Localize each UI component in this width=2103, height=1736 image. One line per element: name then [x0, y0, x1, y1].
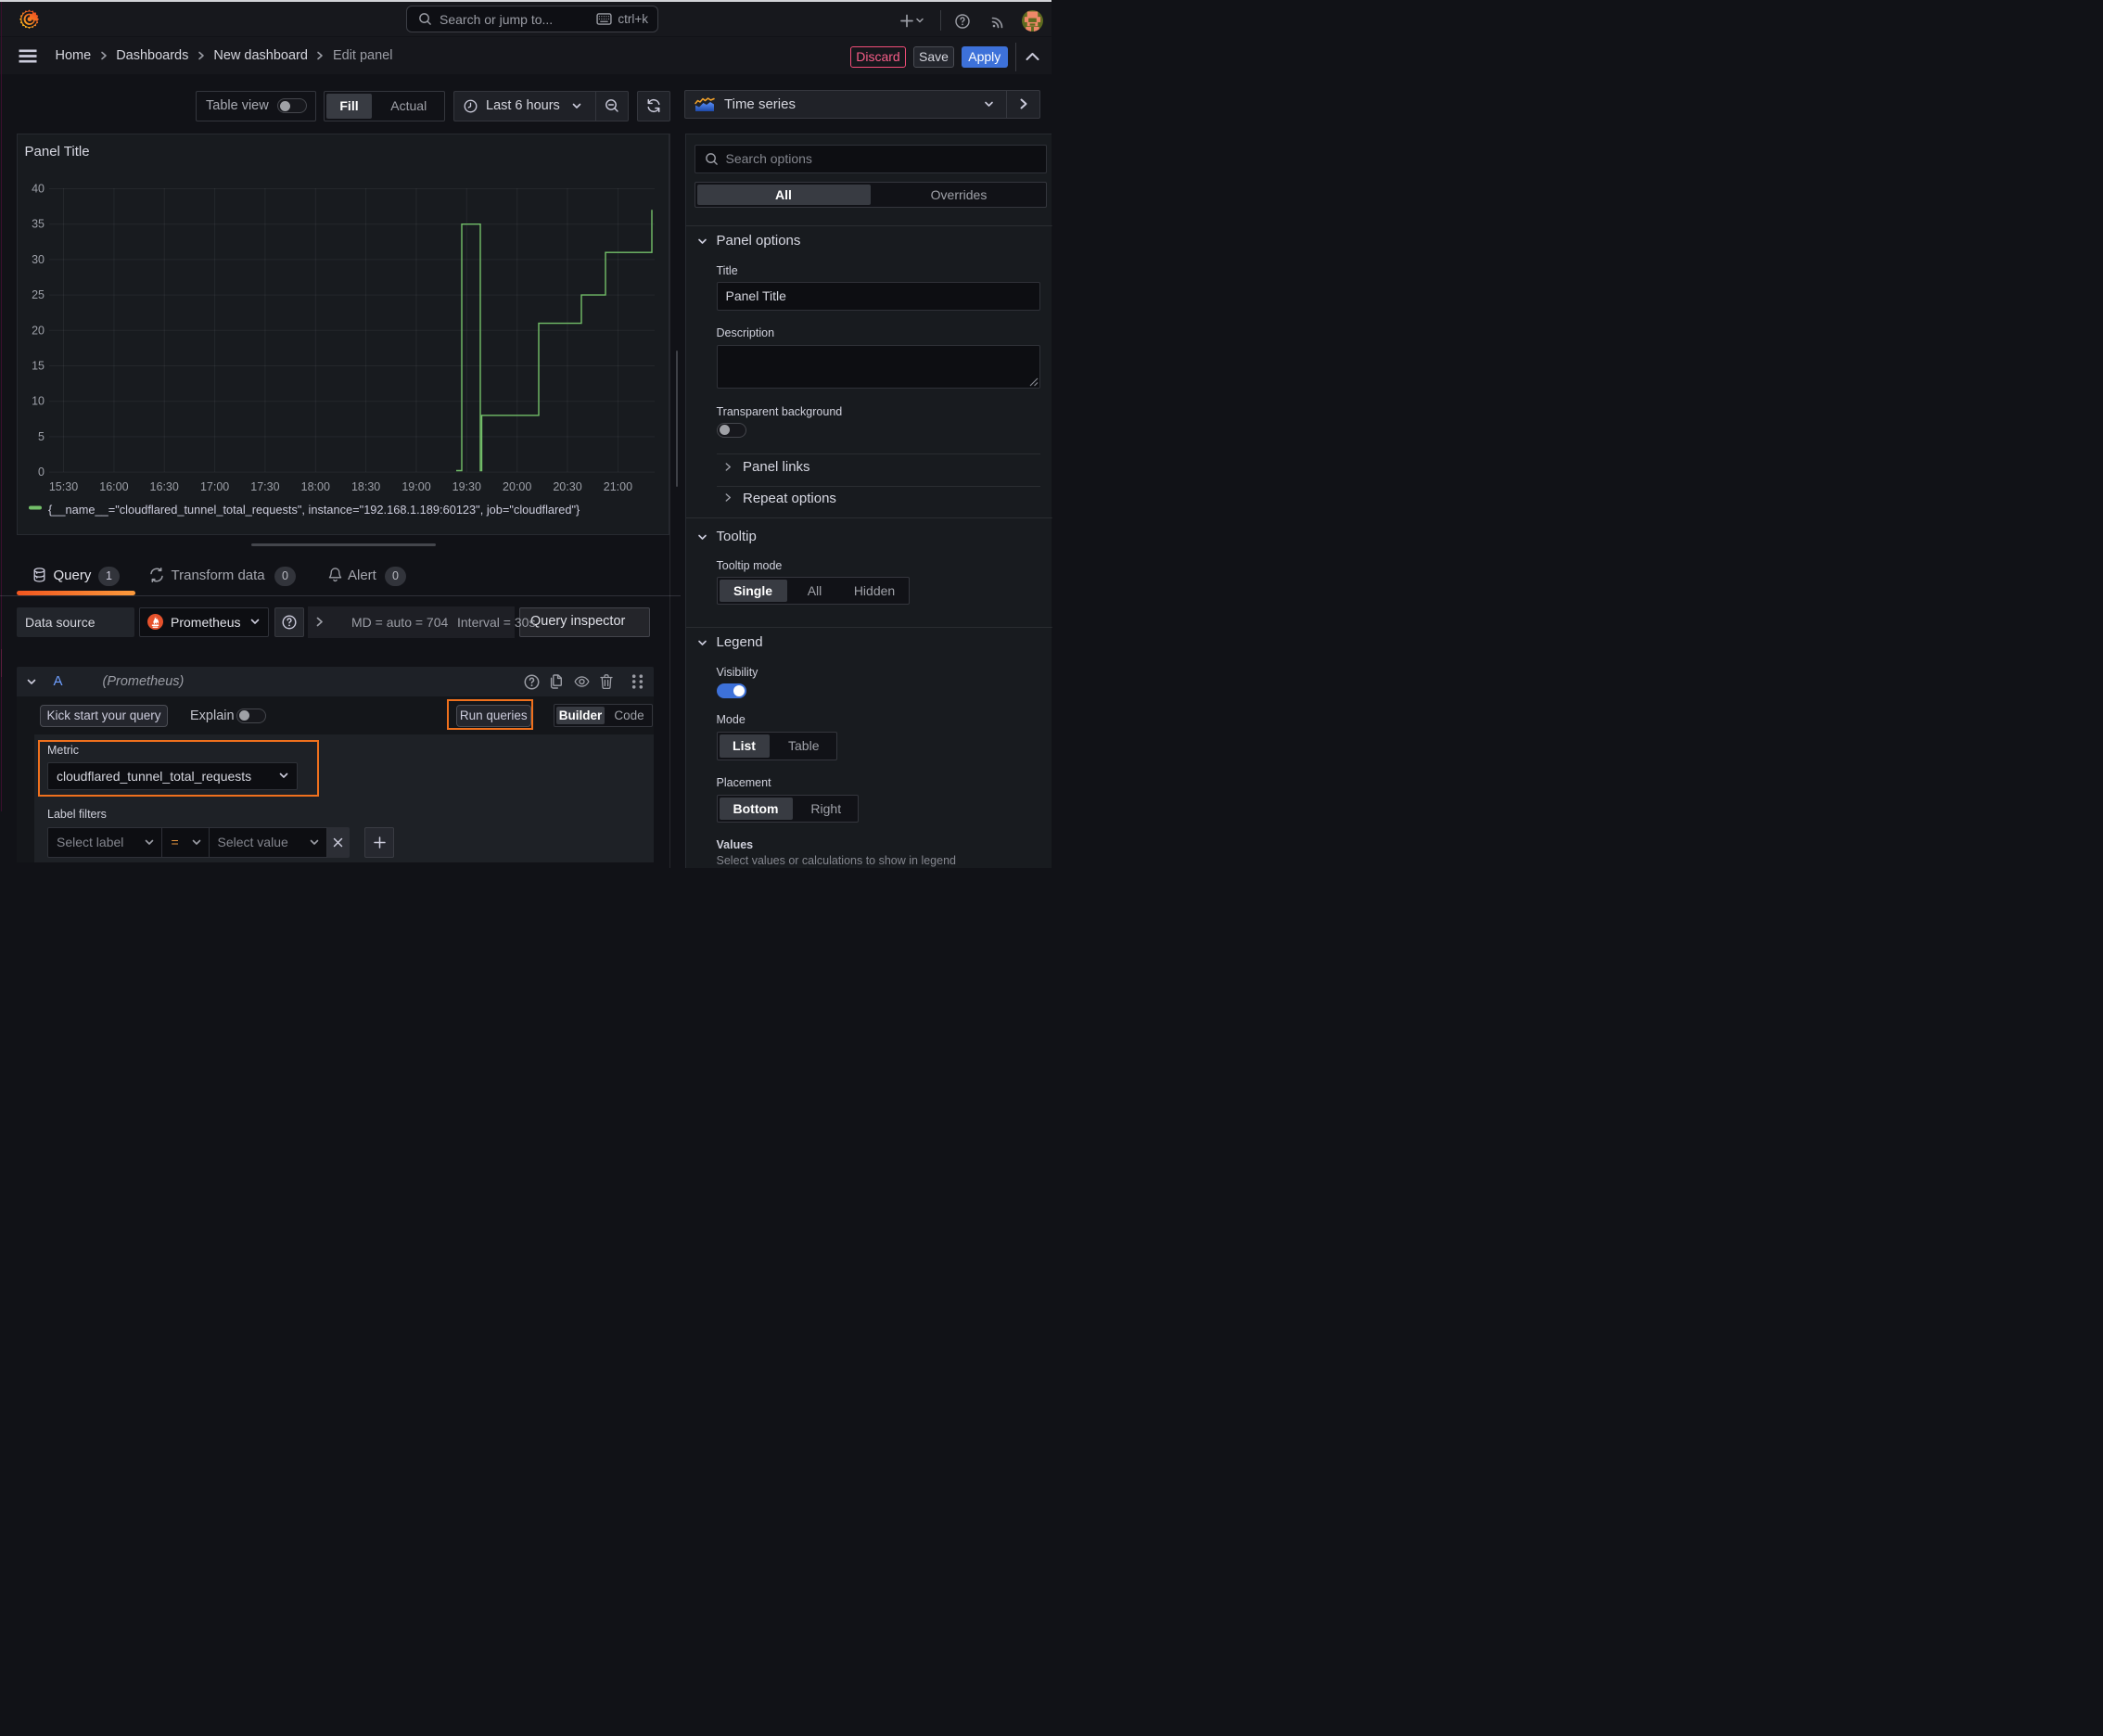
svg-text:20:00: 20:00 — [503, 480, 531, 493]
svg-text:18:00: 18:00 — [301, 480, 330, 493]
svg-text:{__name__="cloudflared_tunnel_: {__name__="cloudflared_tunnel_total_requ… — [48, 503, 580, 517]
svg-text:15: 15 — [32, 359, 45, 372]
svg-text:16:30: 16:30 — [150, 480, 179, 493]
svg-text:0: 0 — [38, 466, 45, 479]
svg-text:10: 10 — [32, 394, 45, 407]
svg-text:20:30: 20:30 — [553, 480, 581, 493]
svg-text:16:00: 16:00 — [99, 480, 128, 493]
svg-text:19:00: 19:00 — [401, 480, 430, 493]
svg-text:17:00: 17:00 — [200, 480, 229, 493]
svg-text:5: 5 — [38, 429, 45, 442]
svg-text:19:30: 19:30 — [452, 480, 481, 493]
svg-text:17:30: 17:30 — [250, 480, 279, 493]
svg-text:35: 35 — [32, 217, 45, 230]
svg-text:40: 40 — [32, 182, 45, 195]
svg-text:25: 25 — [32, 288, 45, 301]
svg-text:18:30: 18:30 — [351, 480, 380, 493]
svg-text:20: 20 — [32, 324, 45, 337]
svg-text:30: 30 — [32, 252, 45, 265]
svg-text:21:00: 21:00 — [604, 480, 632, 493]
svg-text:15:30: 15:30 — [49, 480, 78, 493]
